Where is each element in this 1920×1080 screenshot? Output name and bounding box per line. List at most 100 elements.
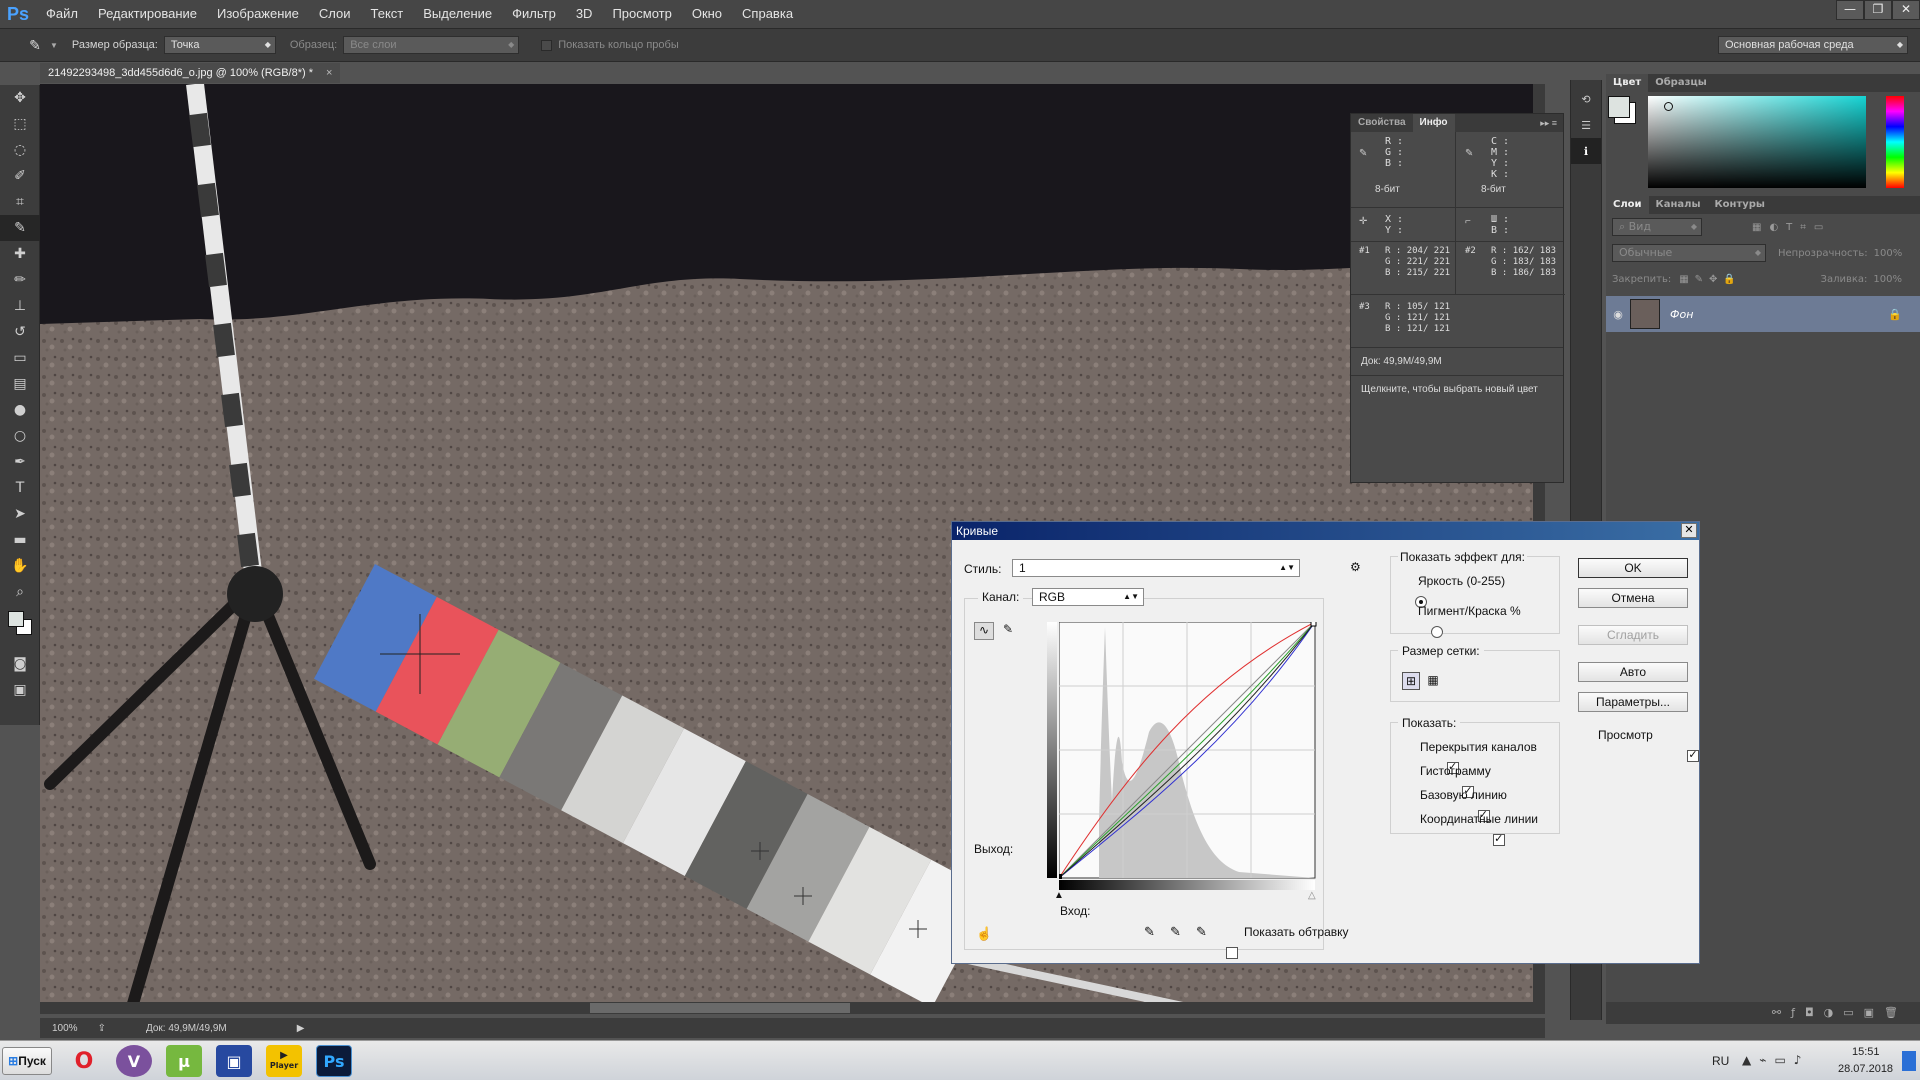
foreground-color-swatch[interactable] <box>8 611 24 627</box>
eyedropper-tool-preset-icon[interactable]: ✎ <box>24 34 46 56</box>
restore-button[interactable]: ❐ <box>1864 0 1892 20</box>
gradient-tool-icon[interactable]: ▤ <box>0 371 40 397</box>
info-panel-icon[interactable]: ℹ <box>1571 138 1601 164</box>
move-tool-icon[interactable]: ✥ <box>0 85 40 111</box>
grid-detailed-icon[interactable]: ▦ <box>1424 672 1442 690</box>
quick-select-tool-icon[interactable]: ✐ <box>0 163 40 189</box>
curve-points-tool-icon[interactable]: ∿ <box>974 622 994 640</box>
tab-properties[interactable]: Свойства <box>1351 114 1413 132</box>
chevron-down-icon[interactable]: ▼ <box>50 41 58 50</box>
eye-icon[interactable]: ◉ <box>1606 308 1630 321</box>
show-ring-checkbox[interactable] <box>541 39 553 51</box>
gray-point-eyedropper-icon[interactable]: ✎ <box>1170 924 1181 940</box>
lasso-tool-icon[interactable]: ◌ <box>0 137 40 163</box>
color-saturation-field[interactable] <box>1648 96 1866 188</box>
eraser-tool-icon[interactable]: ▭ <box>0 345 40 371</box>
pencil-tool-icon[interactable]: ✎ <box>998 622 1018 640</box>
path-select-tool-icon[interactable]: ➤ <box>0 501 40 527</box>
utorrent-icon[interactable]: µ <box>166 1045 202 1077</box>
dodge-tool-icon[interactable]: ○ <box>0 423 40 449</box>
preset-options-gear-icon[interactable]: ⚙ <box>1350 560 1361 574</box>
tab-swatches[interactable]: Образцы <box>1648 74 1714 92</box>
panel-menu-icon[interactable]: ▸▸ ≡ <box>1540 118 1557 129</box>
viber-icon[interactable]: V <box>116 1045 152 1077</box>
start-button[interactable]: ⊞Пуск <box>2 1047 52 1075</box>
channel-select[interactable]: RGB ▲▼ <box>1032 588 1144 606</box>
options-button[interactable]: Параметры... <box>1578 692 1688 712</box>
stamp-tool-icon[interactable]: ⊥ <box>0 293 40 319</box>
marquee-tool-icon[interactable]: ⬚ <box>0 111 40 137</box>
menu-edit[interactable]: Редактирование <box>88 0 207 28</box>
menu-file[interactable]: Файл <box>36 0 88 28</box>
menu-help[interactable]: Справка <box>732 0 803 28</box>
tray-icons[interactable]: ▲⌁▭♪ <box>1742 1053 1809 1067</box>
auto-button[interactable]: Авто <box>1578 662 1688 682</box>
ok-button[interactable]: OK <box>1578 558 1688 578</box>
menu-type[interactable]: Текст <box>361 0 414 28</box>
photoshop-taskbar-icon[interactable]: Ps <box>316 1045 352 1077</box>
white-point-eyedropper-icon[interactable]: ✎ <box>1196 924 1207 940</box>
crop-tool-icon[interactable]: ⌗ <box>0 189 40 215</box>
grid-simple-icon[interactable]: ⊞ <box>1402 672 1420 690</box>
on-image-adjust-icon[interactable]: ☝ <box>976 926 992 942</box>
document-tab[interactable]: 21492293498_3dd455d6d6_o.jpg @ 100% (RGB… <box>40 63 341 83</box>
tab-layers[interactable]: Слои <box>1606 196 1649 214</box>
menu-3d[interactable]: 3D <box>566 0 603 28</box>
preset-select[interactable]: 1 ▲▼ <box>1012 559 1300 577</box>
language-indicator[interactable]: RU <box>1712 1054 1729 1068</box>
hand-tool-icon[interactable]: ✋ <box>0 553 40 579</box>
blend-mode-select[interactable]: Обычные ◆ <box>1612 244 1766 262</box>
zoom-tool-icon[interactable]: ⌕ <box>0 579 40 605</box>
layer-name[interactable]: Фон <box>1670 308 1693 321</box>
foreground-color-chip[interactable] <box>1608 96 1630 118</box>
kmplayer-icon[interactable]: ▶ Player <box>266 1045 302 1077</box>
lock-icons[interactable]: ▦✎✥🔒 <box>1679 274 1742 285</box>
layer-row-background[interactable]: ◉ Фон 🔒 <box>1606 296 1920 332</box>
sample-layers-select[interactable]: Все слои ◆ <box>343 36 520 54</box>
curves-close-button[interactable]: ✕ <box>1681 523 1697 538</box>
quick-mask-icon[interactable]: ◙ <box>0 651 40 677</box>
intersection-lines-checkbox[interactable] <box>1493 832 1506 846</box>
fill-value[interactable]: 100% <box>1873 274 1902 285</box>
menu-select[interactable]: Выделение <box>413 0 502 28</box>
status-menu-arrow-icon[interactable]: ▶ <box>297 1023 305 1034</box>
tab-color[interactable]: Цвет <box>1606 74 1649 92</box>
export-icon[interactable]: ⇪ <box>98 1023 106 1034</box>
tab-channels[interactable]: Каналы <box>1649 196 1708 214</box>
opacity-value[interactable]: 100% <box>1874 248 1903 259</box>
menu-filter[interactable]: Фильтр <box>502 0 566 28</box>
close-tab-icon[interactable]: × <box>326 67 332 79</box>
menu-layers[interactable]: Слои <box>309 0 361 28</box>
sample-size-select[interactable]: Точка ◆ <box>163 36 276 54</box>
show-clipping-checkbox[interactable] <box>1226 946 1238 959</box>
pigment-radio[interactable] <box>1430 625 1443 638</box>
preview-checkbox[interactable] <box>1687 748 1700 762</box>
history-panel-icon[interactable]: ⟲ <box>1571 86 1601 112</box>
menu-window[interactable]: Окно <box>682 0 732 28</box>
properties-panel-icon[interactable]: ☰ <box>1571 112 1601 138</box>
type-tool-icon[interactable]: T <box>0 475 40 501</box>
close-button[interactable]: ✕ <box>1892 0 1920 20</box>
floppy-save-icon[interactable]: ▣ <box>216 1045 252 1077</box>
layer-filter-icons[interactable]: ▦◐T⌗▭ <box>1752 222 1831 233</box>
eyedropper-tool-icon[interactable]: ✎ <box>0 215 40 241</box>
menu-image[interactable]: Изображение <box>207 0 309 28</box>
layer-actions-bar[interactable]: ⚯ƒ◘◑▭▣🗑 <box>1606 1002 1920 1024</box>
show-desktop-button[interactable] <box>1902 1051 1916 1071</box>
healing-brush-tool-icon[interactable]: ✚ <box>0 241 40 267</box>
workspace-select[interactable]: Основная рабочая среда ◆ <box>1718 36 1908 54</box>
blur-tool-icon[interactable]: ● <box>0 397 40 423</box>
black-point-eyedropper-icon[interactable]: ✎ <box>1144 924 1155 940</box>
pen-tool-icon[interactable]: ✒ <box>0 449 40 475</box>
shape-tool-icon[interactable]: ▬ <box>0 527 40 553</box>
layer-filter-select[interactable]: ⌕ Вид ◆ <box>1612 218 1702 236</box>
menu-view[interactable]: Просмотр <box>602 0 681 28</box>
smooth-button[interactable]: Сгладить <box>1578 625 1688 645</box>
hue-slider[interactable] <box>1886 96 1904 188</box>
opera-icon[interactable]: O <box>66 1045 102 1077</box>
screen-mode-icon[interactable]: ▣ <box>0 677 40 703</box>
tab-info[interactable]: Инфо <box>1412 114 1455 132</box>
history-brush-tool-icon[interactable]: ↺ <box>0 319 40 345</box>
curves-dialog-titlebar[interactable]: Кривые ✕ <box>952 522 1699 540</box>
minimize-button[interactable]: — <box>1836 0 1864 20</box>
